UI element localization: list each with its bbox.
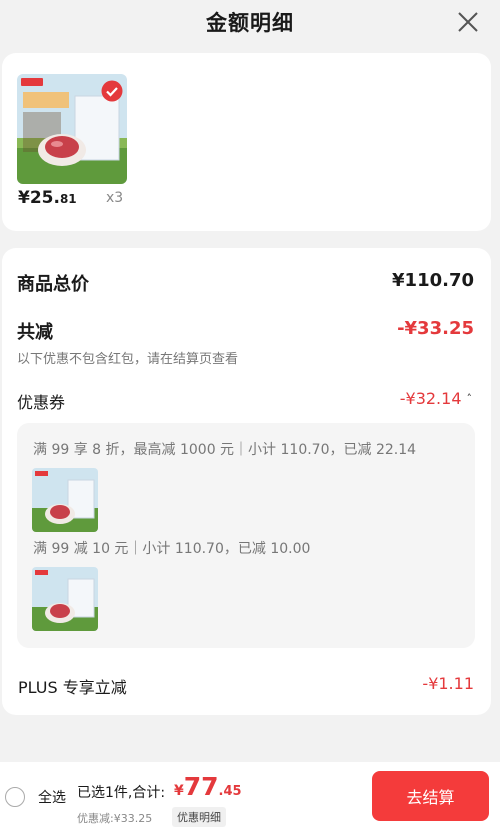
plus-discount-label: PLUS 专享立减 xyxy=(18,678,127,697)
product-quantity: x3 xyxy=(106,190,124,206)
coupon-label: 优惠券 xyxy=(17,393,66,412)
select-all-checkbox[interactable] xyxy=(5,787,25,807)
product-image[interactable] xyxy=(17,74,127,184)
close-icon[interactable] xyxy=(454,8,482,36)
coupon-product-thumbnail xyxy=(32,567,98,631)
discount-note: 以下优惠不包含红包，请在结算页查看 xyxy=(17,352,239,367)
coupon-detail-box: 满 99 享 8 折，最高减 1000 元｜小计 110.70，已减 22.14… xyxy=(17,423,475,648)
check-icon xyxy=(101,80,123,102)
header: 金额明细 xyxy=(0,0,500,44)
chevron-up-icon: ˄ xyxy=(466,392,473,405)
discount-value: -¥33.25 xyxy=(397,318,474,339)
product-card: ¥25.81 x3 xyxy=(2,53,491,231)
select-all-label[interactable]: 全选 xyxy=(38,787,66,807)
total-amount: ¥77.45 xyxy=(174,772,242,801)
coupon-product-thumbnail xyxy=(32,468,98,532)
discount-detail-button[interactable]: 优惠明细 xyxy=(172,807,226,827)
product-price: ¥25.81 xyxy=(18,188,77,208)
discount-summary: 优惠减:¥33.25 xyxy=(77,812,153,825)
selected-info: 已选1件,合计: xyxy=(77,785,166,801)
page-title: 金额明细 xyxy=(206,11,294,35)
checkout-button[interactable]: 去结算 xyxy=(372,771,489,821)
coupon-rule: 满 99 减 10 元｜小计 110.70，已减 10.00 xyxy=(33,541,311,557)
discount-label: 共减 xyxy=(17,322,53,343)
plus-discount-value: -¥1.11 xyxy=(422,674,474,693)
coupon-value: -¥32.14 xyxy=(399,389,462,408)
coupon-toggle[interactable]: -¥32.14 ˄ xyxy=(400,389,472,408)
total-label: 商品总价 xyxy=(17,274,89,295)
coupon-rule: 满 99 享 8 折，最高减 1000 元｜小计 110.70，已减 22.14 xyxy=(33,442,417,458)
total-value: ¥110.70 xyxy=(392,270,474,291)
